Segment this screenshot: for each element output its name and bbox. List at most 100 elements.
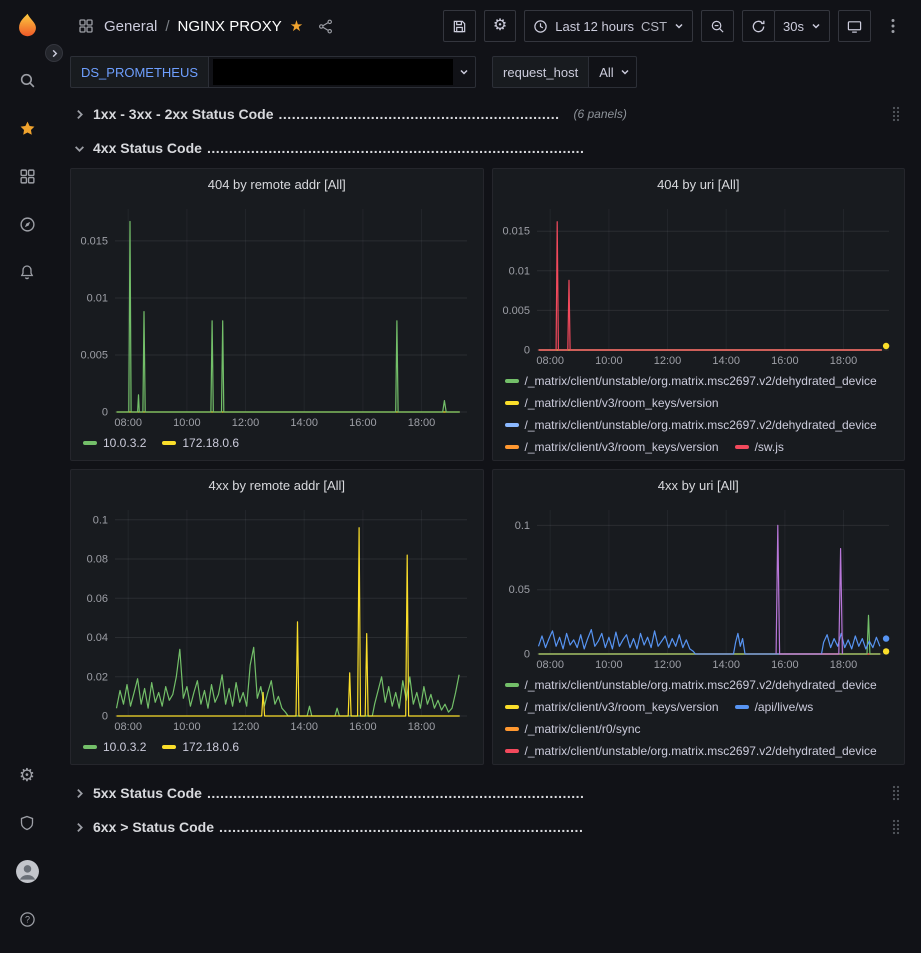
favorite-star-icon[interactable]: ★ — [290, 17, 303, 35]
svg-text:0.1: 0.1 — [93, 514, 108, 526]
svg-text:18:00: 18:00 — [408, 721, 436, 733]
dashboard-settings-button[interactable]: ⚙ — [484, 10, 516, 42]
panel-chart[interactable]: 08:0010:0012:0014:0016:0018:0000.050.1 — [493, 500, 905, 674]
breadcrumb-dashboard-title[interactable]: NGINX PROXY — [178, 18, 282, 35]
row-title: 4xx Status Code.........................… — [93, 140, 584, 156]
legend-label: /_matrix/client/unstable/org.matrix.msc2… — [525, 374, 877, 388]
kebab-menu-button[interactable] — [879, 12, 907, 40]
panel-chart[interactable]: 08:0010:0012:0014:0016:0018:0000.0050.01… — [71, 199, 483, 432]
legend-item[interactable]: /_matrix/client/v3/room_keys/version — [505, 394, 719, 412]
panel-legend: 10.0.3.2 172.18.0.6 — [71, 736, 483, 764]
legend-item[interactable]: /_matrix/client/unstable/org.matrix.msc2… — [505, 742, 877, 760]
refresh-group: 30s — [742, 10, 830, 42]
chevron-right-icon — [74, 788, 85, 799]
legend-item[interactable]: 172.18.0.6 — [162, 434, 239, 452]
legend-item[interactable]: /sw.js — [735, 438, 784, 456]
legend-item[interactable]: /api/live/ws — [735, 698, 814, 716]
svg-text:16:00: 16:00 — [349, 721, 377, 733]
panel-chart[interactable]: 08:0010:0012:0014:0016:0018:0000.0050.01… — [493, 199, 905, 370]
clock-icon — [533, 19, 548, 34]
legend-swatch — [83, 745, 97, 749]
row-drag-handle[interactable] — [891, 785, 901, 801]
legend-label: /_matrix/client/unstable/org.matrix.msc2… — [525, 418, 877, 432]
share-dashboard-button[interactable] — [311, 12, 339, 40]
svg-text:10:00: 10:00 — [173, 417, 201, 429]
row-1xx-3xx-2xx-status-code[interactable]: 1xx - 3xx - 2xx Status Code.............… — [70, 100, 905, 128]
legend-item[interactable]: /_matrix/client/r0/sync — [505, 720, 641, 738]
panel-title[interactable]: 404 by remote addr [All] — [71, 169, 483, 199]
datasource-variable-value[interactable] — [209, 56, 476, 88]
sidebar-item-explore[interactable] — [7, 204, 47, 244]
legend-label: 172.18.0.6 — [182, 740, 239, 754]
datasource-variable-label[interactable]: DS_PROMETHEUS — [70, 56, 209, 88]
row-drag-handle[interactable] — [891, 106, 901, 122]
svg-text:0.05: 0.05 — [508, 584, 529, 596]
breadcrumb-divider: / — [165, 18, 169, 35]
panel-title[interactable]: 404 by uri [All] — [493, 169, 905, 199]
svg-text:0.1: 0.1 — [514, 520, 529, 532]
request-host-variable-label[interactable]: request_host — [492, 56, 589, 88]
sidebar-item-profile[interactable] — [7, 851, 47, 891]
row-4xx-status-code[interactable]: 4xx Status Code.........................… — [70, 134, 905, 162]
panel-title[interactable]: 4xx by uri [All] — [493, 470, 905, 500]
legend-item[interactable]: /_matrix/client/unstable/org.matrix.msc2… — [505, 676, 877, 694]
sidebar: ⚙ ? — [0, 0, 54, 953]
tv-mode-button[interactable] — [838, 10, 871, 42]
legend-swatch — [505, 705, 519, 709]
share-icon — [318, 19, 333, 34]
panel-legend: /_matrix/client/unstable/org.matrix.msc2… — [493, 370, 905, 460]
sidebar-item-starred[interactable] — [7, 108, 47, 148]
row-drag-handle[interactable] — [891, 819, 901, 835]
request-host-variable-value[interactable]: All — [589, 56, 636, 88]
legend-item[interactable]: /_matrix/client/v3/room_keys/version — [505, 438, 719, 456]
svg-text:0.01: 0.01 — [87, 293, 108, 305]
sidebar-expand-button[interactable] — [45, 44, 63, 62]
legend-item[interactable]: /_matrix/client/unstable/org.matrix.msc2… — [505, 416, 877, 434]
row-6xx-status-code[interactable]: 6xx > Status Code.......................… — [70, 813, 905, 841]
breadcrumb-section[interactable]: General — [104, 18, 157, 35]
refresh-icon — [751, 19, 766, 34]
legend-item[interactable]: 172.18.0.6 — [162, 738, 239, 756]
request-host-selected: All — [593, 65, 619, 80]
zoom-out-time-button[interactable] — [701, 10, 734, 42]
nav-actions: ⚙ Last 12 hours CST 30s — [443, 10, 907, 42]
redacted-value — [213, 59, 453, 85]
row-5xx-status-code[interactable]: 5xx Status Code.........................… — [70, 779, 905, 807]
sidebar-item-server-admin[interactable] — [7, 803, 47, 843]
svg-text:08:00: 08:00 — [536, 659, 564, 671]
svg-text:14:00: 14:00 — [712, 355, 740, 367]
panel-title[interactable]: 4xx by remote addr [All] — [71, 470, 483, 500]
sidebar-item-search[interactable] — [7, 60, 47, 100]
time-range-picker[interactable]: Last 12 hours CST — [524, 10, 693, 42]
grafana-logo-icon[interactable] — [10, 8, 44, 42]
chevron-down-icon — [459, 67, 469, 77]
legend-item[interactable]: 10.0.3.2 — [83, 434, 146, 452]
row-title-dots: ........................................… — [207, 785, 585, 801]
legend-swatch — [505, 379, 519, 383]
chevron-down-icon — [74, 143, 85, 154]
row-title: 6xx > Status Code.......................… — [93, 819, 583, 835]
chart-svg: 08:0010:0012:0014:0016:0018:0000.0050.01… — [71, 199, 483, 432]
sidebar-item-help[interactable]: ? — [7, 899, 47, 939]
refresh-dashboard-button[interactable] — [742, 10, 775, 42]
svg-text:16:00: 16:00 — [349, 417, 377, 429]
save-dashboard-button[interactable] — [443, 10, 476, 42]
panel-chart[interactable]: 08:0010:0012:0014:0016:0018:0000.020.040… — [71, 500, 483, 736]
dashboard-content: 1xx - 3xx - 2xx Status Code.............… — [54, 92, 921, 953]
legend-label: /_matrix/client/r0/sync — [525, 722, 641, 736]
legend-item[interactable]: /_matrix/client/unstable/org.matrix.msc2… — [505, 372, 877, 390]
sidebar-item-dashboards[interactable] — [7, 156, 47, 196]
legend-swatch — [505, 401, 519, 405]
svg-text:16:00: 16:00 — [771, 355, 799, 367]
svg-text:14:00: 14:00 — [290, 721, 318, 733]
sidebar-item-alerting[interactable] — [7, 252, 47, 292]
legend-item[interactable]: 10.0.3.2 — [83, 738, 146, 756]
sidebar-item-configuration[interactable]: ⚙ — [7, 755, 47, 795]
dashboards-grid-icon — [19, 168, 36, 185]
svg-text:12:00: 12:00 — [232, 721, 260, 733]
legend-swatch — [735, 445, 749, 449]
refresh-interval-dropdown[interactable]: 30s — [774, 10, 830, 42]
legend-label: /_matrix/client/v3/room_keys/version — [525, 700, 719, 714]
help-icon: ? — [19, 911, 36, 928]
legend-item[interactable]: /_matrix/client/v3/room_keys/version — [505, 698, 719, 716]
